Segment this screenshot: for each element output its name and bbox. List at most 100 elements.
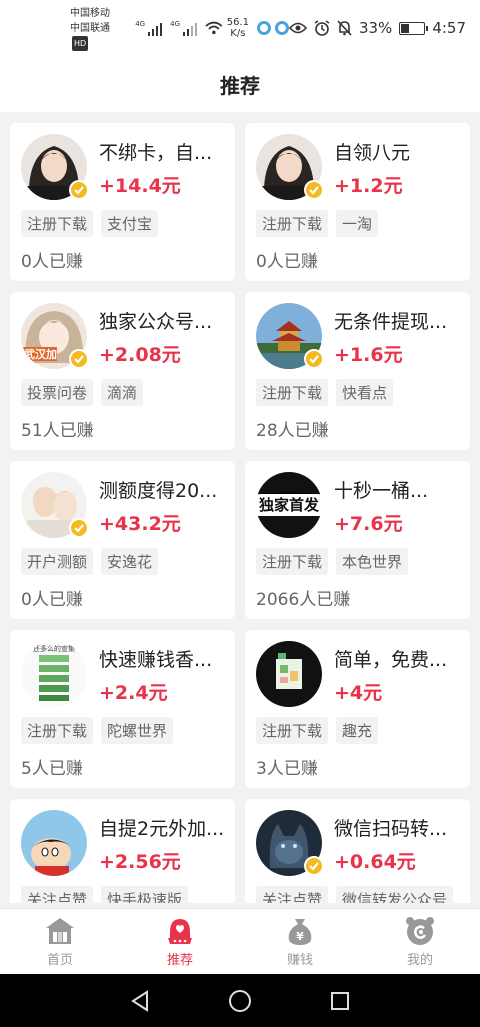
tab-profile[interactable]: 我的: [360, 909, 480, 974]
earned-count: 2066人已赚: [256, 590, 351, 610]
avatar: [21, 134, 89, 200]
task-card-header: 不绑卡，自... +14.4元: [21, 134, 224, 200]
earned-count: 0人已赚: [21, 590, 83, 610]
svg-text:武汉加: 武汉加: [24, 347, 57, 361]
task-tag: 注册下载: [256, 210, 329, 237]
task-info: 不绑卡，自... +14.4元: [99, 134, 224, 198]
task-card[interactable]: 无条件提现... +1.6元 注册下载 快看点 28人已赚: [245, 292, 470, 450]
earned-count: 0人已赚: [256, 252, 318, 272]
verified-badge-icon: [69, 349, 89, 369]
task-tag: 一淘: [336, 210, 379, 237]
task-info: 无条件提现... +1.6元: [334, 303, 459, 367]
tab-earn[interactable]: ¥ 赚钱: [240, 909, 360, 974]
avatar: [256, 810, 324, 876]
task-card[interactable]: 微信扫码转... +0.64元 关注点赞 微信转发公众号: [245, 799, 470, 903]
task-tags: 关注点赞 快手极速版: [21, 886, 224, 903]
task-tag: 注册下载: [21, 210, 94, 237]
svg-text:还多么的宣集: 还多么的宣集: [33, 644, 75, 653]
task-title: 独家公众号...: [99, 311, 213, 333]
task-title: 十秒一桶...: [334, 480, 429, 502]
task-info: 微信扫码转... +0.64元: [334, 810, 459, 874]
task-card-header: 武汉加 独家公众号... +2.08元: [21, 303, 224, 369]
task-card[interactable]: 自提2元外加... +2.56元 关注点赞 快手极速版: [10, 799, 235, 903]
task-tag: 注册下载: [256, 379, 329, 406]
page-title: 推荐: [220, 73, 260, 98]
notification-icons: [256, 21, 289, 35]
carrier-2: 中国联通: [70, 22, 110, 34]
verified-badge-icon: [304, 856, 324, 876]
carrier-info: 中国移动 中国联通HD: [70, 6, 127, 51]
app-notification-icon: [256, 21, 271, 35]
task-card[interactable]: 简单，免费... +4元 注册下载 趣充 3人已赚: [245, 630, 470, 788]
task-card-header: 自提2元外加... +2.56元: [21, 810, 224, 876]
task-reward: +1.6元: [334, 344, 403, 366]
task-tag: 支付宝: [101, 210, 159, 237]
recommend-icon: [168, 919, 192, 944]
profile-icon: [406, 917, 434, 945]
earned-count: 3人已赚: [256, 759, 318, 779]
task-tag: 关注点赞: [21, 886, 94, 903]
task-avatar: 独家首发: [256, 472, 322, 538]
tab-recommend[interactable]: 推荐: [120, 909, 240, 974]
earned-count: 0人已赚: [21, 252, 83, 272]
task-title: 微信扫码转...: [334, 818, 448, 840]
task-tag: 开户测额: [21, 548, 94, 575]
svg-text:¥: ¥: [296, 930, 304, 943]
home-circle-icon[interactable]: [228, 989, 252, 1013]
eye-icon: [288, 22, 307, 34]
tab-recommend-label: 推荐: [166, 953, 193, 968]
carrier-1: 中国移动: [70, 7, 110, 19]
task-tags: 注册下载 陀螺世界: [21, 717, 224, 744]
task-card[interactable]: 测额度得20... +43.2元 开户测额 安逸花 0人已赚: [10, 461, 235, 619]
verified-badge-icon: [304, 180, 324, 200]
task-info: 自提2元外加... +2.56元: [99, 810, 224, 874]
task-grid: 不绑卡，自... +14.4元 注册下载 支付宝 0人已赚 自领八元 +1.2元…: [10, 123, 470, 903]
speed-value: 56.1: [226, 17, 249, 28]
task-info: 独家公众号... +2.08元: [99, 303, 224, 367]
task-tags: 注册下载 一淘: [256, 210, 459, 237]
task-tags: 开户测额 安逸花: [21, 548, 224, 575]
task-tag: 快看点: [336, 379, 394, 406]
recents-icon[interactable]: [329, 990, 351, 1012]
task-title: 不绑卡，自...: [99, 142, 213, 164]
back-icon[interactable]: [129, 989, 151, 1012]
task-info: 测额度得20... +43.2元: [99, 472, 224, 536]
task-reward: +2.4元: [99, 682, 168, 704]
battery-percent: 33%: [358, 19, 393, 37]
task-info: 自领八元 +1.2元: [334, 134, 459, 198]
clock: 4:57: [432, 19, 466, 37]
system-nav-bar: [0, 974, 480, 1027]
task-title: 快速赚钱香...: [99, 649, 213, 671]
wifi-icon: [205, 21, 223, 35]
task-info: 简单，免费... +4元: [334, 641, 459, 705]
status-bar: 中国移动 中国联通HD 4G 4G 56.1 K/s 33% 4:57: [0, 0, 480, 56]
alarm-icon: [314, 20, 330, 36]
task-reward: +7.6元: [334, 513, 403, 535]
task-card[interactable]: 不绑卡，自... +14.4元 注册下载 支付宝 0人已赚: [10, 123, 235, 281]
task-card[interactable]: 还多么的宣集 快速赚钱香... +2.4元 注册下载 陀螺世界 5人已赚: [10, 630, 235, 788]
money-bag-icon: ¥: [288, 919, 312, 945]
task-tag: 关注点赞: [256, 886, 329, 903]
task-info: 十秒一桶... +7.6元: [334, 472, 459, 536]
task-tag: 注册下载: [256, 548, 329, 575]
task-card-header: 简单，免费... +4元: [256, 641, 459, 707]
task-card-header: 测额度得20... +43.2元: [21, 472, 224, 538]
task-tags: 注册下载 趣充: [256, 717, 459, 744]
tab-home[interactable]: 首页: [0, 909, 120, 974]
avatar: [256, 641, 322, 707]
task-info: 快速赚钱香... +2.4元: [99, 641, 224, 705]
hd-badge: HD: [72, 35, 89, 51]
network-speed: 56.1 K/s: [227, 17, 249, 39]
task-card[interactable]: 独家首发 十秒一桶... +7.6元 注册下载 本色世界 2066人已赚: [245, 461, 470, 619]
task-tag: 微信转发公众号: [336, 886, 454, 903]
task-tag: 投票问卷: [21, 379, 94, 406]
task-reward: +4元: [334, 682, 383, 704]
task-card[interactable]: 武汉加 独家公众号... +2.08元 投票问卷 滴滴 51人已赚: [10, 292, 235, 450]
task-title: 自领八元: [334, 142, 411, 164]
task-tag: 快手极速版: [101, 886, 189, 903]
network-type-1: 4G: [135, 20, 146, 28]
task-card[interactable]: 自领八元 +1.2元 注册下载 一淘 0人已赚: [245, 123, 470, 281]
task-tags: 注册下载 本色世界: [256, 548, 459, 575]
signal-icon-2: 4G: [170, 20, 197, 36]
avatar: [21, 472, 89, 538]
